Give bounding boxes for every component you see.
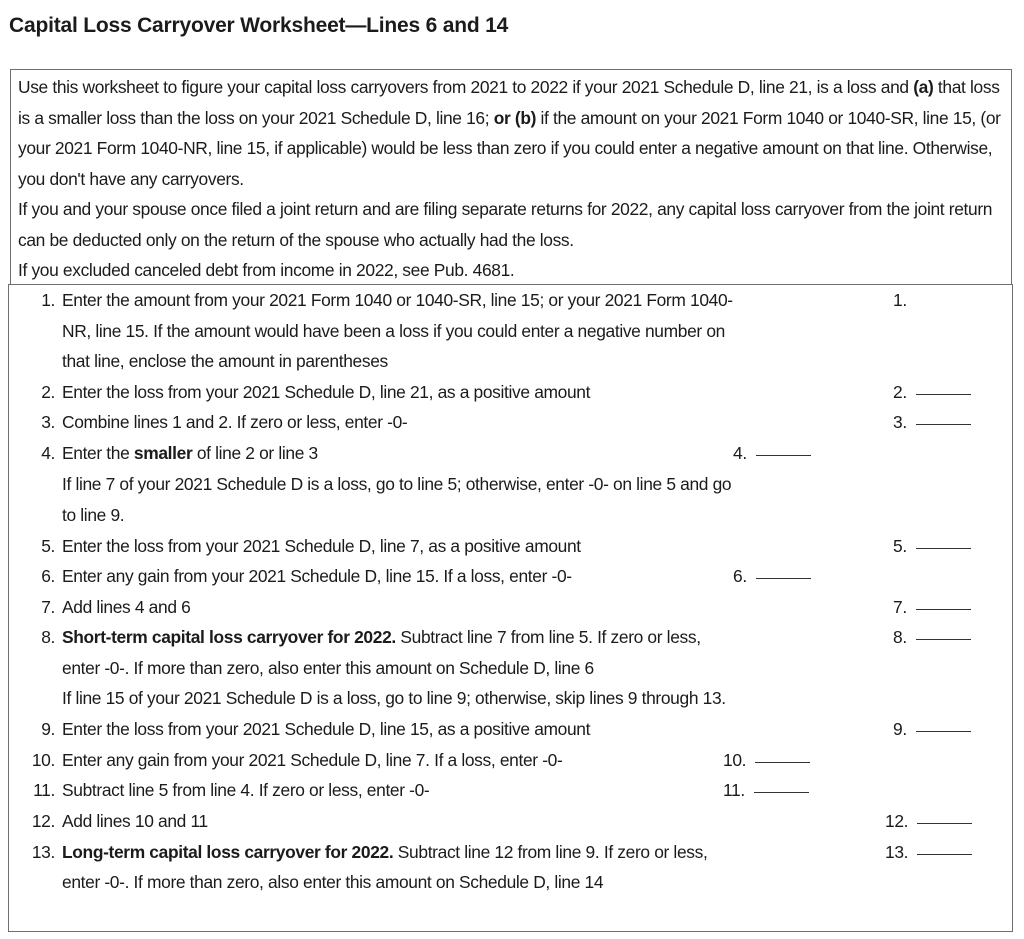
line-text: enter -0-. If more than zero, also enter… [62, 657, 594, 678]
line-text-emphasis: Short-term capital loss carryover for 20… [62, 627, 396, 647]
line-text: Add lines 4 and 6 [62, 596, 191, 617]
line-number: 12. [31, 811, 55, 831]
line-8-reference: 8. [893, 622, 971, 653]
line-text: Combine lines 1 and 2. If zero or less, … [62, 412, 408, 432]
instructions-paragraph-canceled-debt: If you excluded canceled debt from incom… [18, 260, 515, 280]
line-5-reference: 5. [893, 531, 971, 562]
line-12-reference: 12. [885, 806, 973, 837]
line-text: Enter the smaller of line 2 or line 3 [62, 438, 318, 469]
line-number: 2. [41, 381, 55, 402]
line-text: Subtract line 5 from line 4. If zero or … [62, 780, 430, 800]
note-text: If line 7 of your 2021 Schedule D is a l… [62, 474, 732, 494]
line-text: Enter the loss from your 2021 Schedule D… [62, 719, 591, 739]
line-text: Short-term capital loss carryover for 20… [62, 622, 701, 653]
line-3-reference: 3. [893, 407, 971, 438]
line-text: Enter any gain from your 2021 Schedule D… [62, 749, 563, 770]
line-13-reference: 13. [885, 837, 973, 868]
line-3-label: 3. [893, 412, 907, 432]
line-number: 13. [31, 841, 55, 862]
worksheet-title: Capital Loss Carryover Worksheet—Lines 6… [9, 14, 509, 37]
line-5-label: 5. [893, 535, 907, 556]
line-number: 9. [41, 719, 55, 739]
line-2-reference: 2. [893, 377, 971, 408]
line-number: 6. [41, 566, 55, 586]
line-11-label: 11. [723, 780, 745, 800]
line-12-label: 12. [885, 811, 909, 831]
note-text: If line 15 of your 2021 Schedule D is a … [62, 688, 726, 708]
line-11-reference: 11. [723, 775, 809, 806]
line-7-reference: 7. [893, 592, 971, 623]
condition-a-label: (a) [913, 77, 934, 97]
worksheet-lines: 1. Enter the amount from your 2021 Form … [8, 284, 1013, 932]
line-5-input[interactable] [915, 547, 971, 549]
line-number: 4. [41, 443, 55, 463]
line-9-label: 9. [893, 719, 907, 739]
line-12-input[interactable] [917, 823, 973, 824]
line-3-input[interactable] [915, 424, 971, 425]
line-text: Enter any gain from your 2021 Schedule D… [62, 566, 572, 586]
note-text: to line 9. [62, 504, 125, 525]
condition-b-label: or (b) [493, 107, 537, 128]
line-8-input[interactable] [915, 639, 971, 640]
line-text: Add lines 10 and 11 [62, 811, 208, 831]
line-text: Enter the loss from your 2021 Schedule D… [62, 381, 591, 402]
line-text: that line, enclose the amount in parenth… [62, 351, 388, 371]
instructions-paragraph-joint-return: If you and your spouse once filed a join… [18, 199, 993, 250]
line-6-input[interactable] [755, 578, 811, 579]
instructions-text-segment: Use this worksheet to figure your capita… [18, 77, 914, 97]
instructions-text: Use this worksheet to figure your capita… [18, 72, 1008, 286]
line-number: 10. [31, 749, 55, 770]
line-text-segment: Enter the [62, 443, 134, 463]
line-13-input[interactable] [917, 853, 973, 855]
line-2-label: 2. [893, 381, 907, 402]
line-number: 11. [33, 780, 55, 800]
line-text-emphasis: smaller [133, 443, 193, 463]
line-text-segment: Subtract line 12 from line 9. If zero or… [393, 841, 708, 862]
line-8-label: 8. [893, 627, 907, 647]
line-number: 1. [41, 290, 55, 310]
line-9-input[interactable] [915, 731, 971, 732]
line-text: NR, line 15. If the amount would have be… [62, 320, 725, 341]
line-1-reference: 1. [893, 290, 907, 310]
line-text: Enter the loss from your 2021 Schedule D… [62, 535, 581, 556]
line-4-reference: 4. [733, 438, 811, 469]
line-text-emphasis: Long-term capital loss carryover for 202… [62, 841, 394, 862]
instructions-box: Use this worksheet to figure your capita… [10, 69, 1012, 284]
line-7-label: 7. [893, 596, 907, 617]
line-number: 5. [41, 535, 55, 556]
line-13-label: 13. [885, 841, 909, 862]
line-text-segment: of line 2 or line 3 [192, 443, 318, 463]
instructions-paragraph-carryover: Use this worksheet to figure your capita… [18, 72, 1008, 194]
line-number: 3. [41, 412, 55, 432]
line-2-input[interactable] [915, 393, 971, 395]
line-4-input[interactable] [755, 455, 811, 456]
line-9-reference: 9. [893, 714, 971, 745]
line-text: Long-term capital loss carryover for 202… [62, 837, 708, 868]
line-10-reference: 10. [723, 745, 811, 776]
line-number: 7. [41, 596, 55, 617]
line-number: 8. [41, 627, 55, 647]
line-text-segment: Subtract line 7 from line 5. If zero or … [395, 627, 701, 647]
line-6-reference: 6. [733, 561, 811, 592]
line-4-label: 4. [733, 443, 747, 463]
line-10-label: 10. [723, 749, 747, 770]
line-text: enter -0-. If more than zero, also enter… [62, 872, 604, 892]
line-6-label: 6. [733, 566, 747, 586]
line-11-input[interactable] [753, 792, 809, 793]
line-10-input[interactable] [755, 761, 811, 763]
line-7-input[interactable] [915, 608, 971, 610]
line-text: Enter the amount from your 2021 Form 104… [62, 290, 733, 310]
